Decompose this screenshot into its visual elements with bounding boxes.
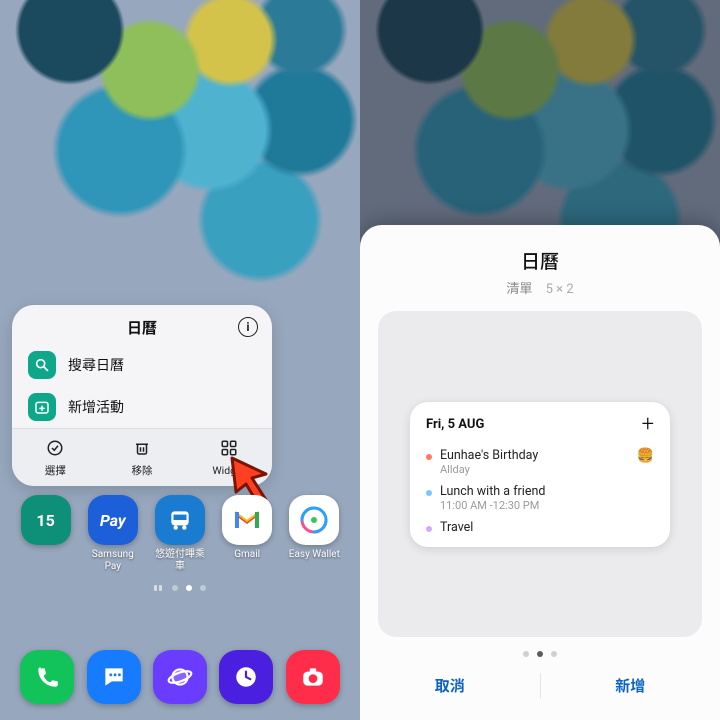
widget-size: 5 × 2 [546, 282, 574, 297]
action-label: 選擇 [45, 464, 66, 477]
widget-icon [220, 439, 238, 457]
action-remove[interactable]: 移除 [99, 429, 186, 486]
action-widget[interactable]: Widget [185, 429, 272, 486]
gmail-icon [222, 495, 272, 545]
sheet-header: 日曆 清單 5 × 2 [360, 225, 720, 307]
app-context-popup: 日曆 i 搜尋日曆 新增活動 選擇 移除 [12, 305, 272, 486]
event-time: Allday [440, 463, 629, 476]
pay-text: Pay [100, 511, 126, 530]
home-app-row: 15 Pay Samsung Pay 悠遊付嗶乘車 Gmail [0, 495, 360, 572]
dock [0, 650, 360, 704]
widget-type-name: 清單 [506, 282, 532, 297]
app-easy-wallet[interactable]: Easy Wallet [285, 495, 343, 572]
page-dot-current [537, 651, 543, 657]
widget-header: Fri, 5 AUG + [426, 414, 654, 436]
event-emoji: 🍔 [637, 448, 654, 464]
sheet-subtitle: 清單 5 × 2 [360, 278, 720, 297]
chat-icon [101, 664, 127, 690]
event-dot [426, 454, 432, 460]
calendar-list-widget: Fri, 5 AUG + Eunhae's Birthday Allday 🍔 … [410, 402, 670, 547]
add-event-icon [28, 393, 56, 421]
popup-item-add-event[interactable]: 新增活動 [12, 386, 272, 428]
app-label: 悠遊付嗶乘車 [151, 549, 209, 572]
info-icon[interactable]: i [238, 317, 258, 337]
action-label: Widget [212, 464, 245, 477]
event-name: Lunch with a friend [440, 484, 654, 499]
event-row: Lunch with a friend 11:00 AM -12:30 PM [426, 480, 654, 516]
sheet-title: 日曆 [360, 247, 720, 274]
action-select[interactable]: 選擇 [12, 429, 99, 486]
search-icon [28, 351, 56, 379]
app-gmail[interactable]: Gmail [218, 495, 276, 572]
calendar-icon: 15 [21, 495, 71, 545]
widget-preview-area[interactable]: Fri, 5 AUG + Eunhae's Birthday Allday 🍔 … [378, 311, 702, 637]
event-row: Travel [426, 516, 654, 539]
page-dot [172, 585, 178, 591]
page-dot [523, 651, 529, 657]
dock-phone[interactable] [20, 650, 74, 704]
app-label: Easy Wallet [285, 549, 343, 561]
popup-item-label: 搜尋日曆 [68, 355, 124, 375]
event-row: Eunhae's Birthday Allday 🍔 [426, 444, 654, 480]
popup-item-label: 新增活動 [68, 397, 124, 417]
cancel-button[interactable]: 取消 [360, 669, 540, 702]
popup-title: 日曆 [127, 317, 157, 338]
phone-icon [34, 664, 60, 690]
trash-icon [133, 439, 151, 457]
popup-item-search[interactable]: 搜尋日曆 [12, 344, 272, 386]
page-dot [200, 585, 206, 591]
event-dot [426, 490, 432, 496]
pay-icon: Pay [88, 495, 138, 545]
add-event-icon[interactable]: + [642, 414, 654, 436]
left-screenshot: 日曆 i 搜尋日曆 新增活動 選擇 移除 [0, 0, 360, 720]
event-time: 11:00 AM -12:30 PM [440, 499, 654, 512]
dock-camera[interactable] [286, 650, 340, 704]
widget-picker-sheet: 日曆 清單 5 × 2 Fri, 5 AUG + Eunhae's Birthd… [360, 225, 720, 720]
app-calendar[interactable]: 15 [17, 495, 75, 572]
camera-icon [300, 664, 326, 690]
action-label: 移除 [132, 464, 153, 477]
swirl-icon [289, 495, 339, 545]
popup-header: 日曆 i [12, 305, 272, 344]
page-indicator [0, 585, 360, 591]
widget-date: Fri, 5 AUG [426, 417, 484, 432]
add-button[interactable]: 新增 [541, 669, 720, 702]
page-dot-current [186, 585, 192, 591]
app-samsung-pay[interactable]: Pay Samsung Pay [84, 495, 142, 572]
sheet-buttons: 取消 新增 [360, 665, 720, 720]
dock-browser[interactable] [153, 650, 207, 704]
event-name: Eunhae's Birthday [440, 448, 629, 463]
event-dot [426, 526, 432, 532]
app-label: Gmail [218, 549, 276, 561]
app-easycard[interactable]: 悠遊付嗶乘車 [151, 495, 209, 572]
dock-clock[interactable] [219, 650, 273, 704]
home-indicator-icon [154, 585, 164, 591]
planet-icon [167, 664, 193, 690]
popup-actions: 選擇 移除 Widget [12, 428, 272, 486]
dock-messages[interactable] [87, 650, 141, 704]
calendar-digit: 15 [36, 511, 54, 530]
page-dot [551, 651, 557, 657]
sheet-page-indicator [360, 637, 720, 665]
select-icon [46, 439, 64, 457]
right-screenshot: 日曆 清單 5 × 2 Fri, 5 AUG + Eunhae's Birthd… [360, 0, 720, 720]
app-label: Samsung Pay [84, 549, 142, 572]
clock-icon [233, 664, 259, 690]
event-name: Travel [440, 520, 654, 535]
bus-icon [155, 495, 205, 545]
